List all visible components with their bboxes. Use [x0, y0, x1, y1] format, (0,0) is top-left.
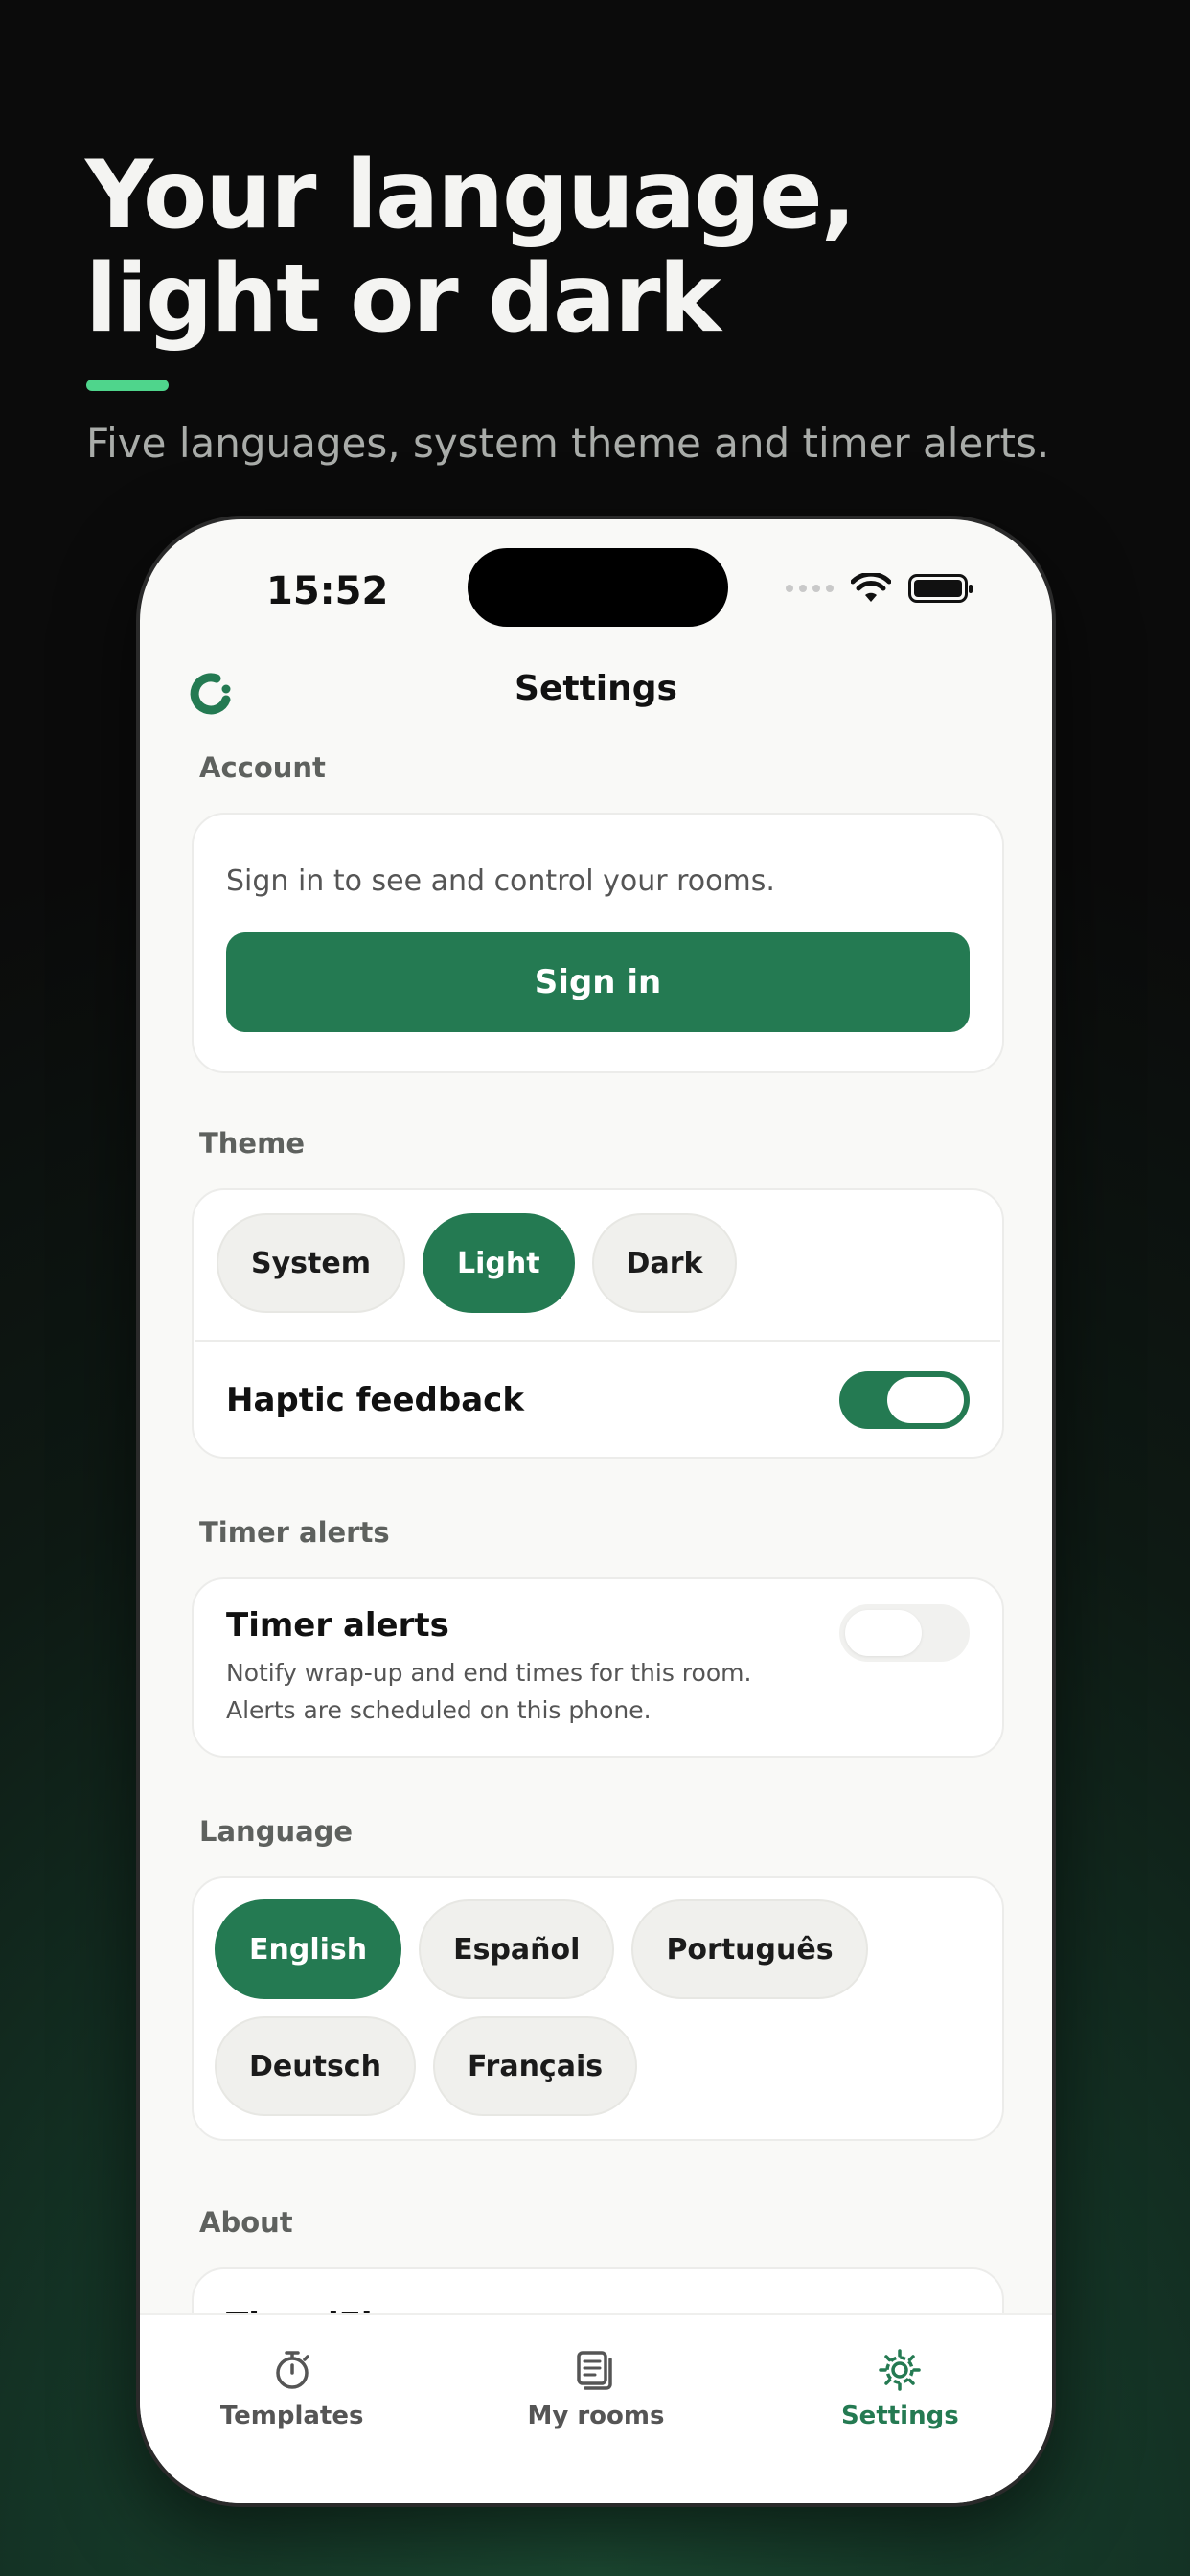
- tab-my-rooms-label: My rooms: [527, 2402, 665, 2430]
- section-label-language: Language: [199, 1815, 354, 1848]
- rooms-list-icon: [577, 2351, 612, 2390]
- language-option-english[interactable]: English: [215, 1899, 402, 1999]
- timer-alerts-description: Notify wrap-up and end times for this ro…: [226, 1659, 752, 1724]
- language-option-deutsch[interactable]: Deutsch: [215, 2016, 416, 2116]
- hero-accent-bar: [86, 380, 169, 391]
- section-label-theme: Theme: [199, 1127, 305, 1160]
- hero-title: Your language, light or dark: [85, 144, 1139, 351]
- theme-options: System Light Dark: [194, 1190, 1002, 1340]
- haptic-feedback-row: Haptic feedback: [194, 1342, 1002, 1459]
- theme-option-dark[interactable]: Dark: [591, 1213, 738, 1313]
- tab-settings[interactable]: Settings: [748, 2315, 1052, 2503]
- timer-alerts-card: Timer alerts Notify wrap-up and end time…: [192, 1577, 1004, 1758]
- sign-in-button[interactable]: Sign in: [226, 932, 970, 1032]
- settings-content: Account Sign in to see and control your …: [192, 751, 1004, 2459]
- phone-frame: 15:52 Settings Account Sign in to see an…: [136, 516, 1056, 2507]
- timer-alerts-toggle[interactable]: [839, 1604, 970, 1662]
- language-option-portugues[interactable]: Português: [631, 1899, 868, 1999]
- status-icons: [786, 573, 973, 604]
- theme-card: System Light Dark Haptic feedback: [192, 1188, 1004, 1459]
- section-label-timer-alerts: Timer alerts: [199, 1516, 390, 1549]
- gear-icon: [879, 2349, 922, 2391]
- language-option-francais[interactable]: Français: [432, 2016, 638, 2116]
- theme-option-light[interactable]: Light: [422, 1213, 575, 1313]
- section-label-about: About: [199, 2206, 293, 2239]
- account-description: Sign in to see and control your rooms.: [226, 864, 775, 898]
- nav-bar: Settings: [140, 661, 1052, 723]
- section-label-account: Account: [199, 751, 326, 784]
- tab-bar: Templates My rooms Settings: [140, 2313, 1052, 2503]
- haptic-feedback-toggle[interactable]: [839, 1371, 970, 1429]
- phone-screen: 15:52 Settings Account Sign in to see an…: [140, 519, 1052, 2503]
- account-card: Sign in to see and control your rooms. S…: [192, 813, 1004, 1073]
- language-option-espanol[interactable]: Español: [419, 1899, 615, 1999]
- battery-icon: [908, 574, 973, 603]
- wifi-icon: [851, 573, 891, 602]
- hero-subtitle: Five languages, system theme and timer a…: [86, 420, 1050, 467]
- theme-option-system[interactable]: System: [217, 1213, 405, 1313]
- tab-templates[interactable]: Templates: [140, 2315, 444, 2503]
- tab-my-rooms[interactable]: My rooms: [444, 2315, 747, 2503]
- page-title: Settings: [515, 669, 677, 708]
- tab-settings-label: Settings: [840, 2402, 959, 2430]
- hero-title-line-2: light or dark: [85, 244, 721, 354]
- tab-templates-label: Templates: [219, 2402, 364, 2430]
- status-time: 15:52: [266, 569, 389, 613]
- stopwatch-icon: [275, 2351, 309, 2389]
- dynamic-island: [468, 548, 728, 627]
- haptic-feedback-label: Haptic feedback: [226, 1381, 524, 1419]
- hero-title-line-1: Your language,: [85, 141, 857, 250]
- language-card: English Español Português Deutsch França…: [192, 1876, 1004, 2141]
- cellular-signal-icon: [786, 585, 834, 592]
